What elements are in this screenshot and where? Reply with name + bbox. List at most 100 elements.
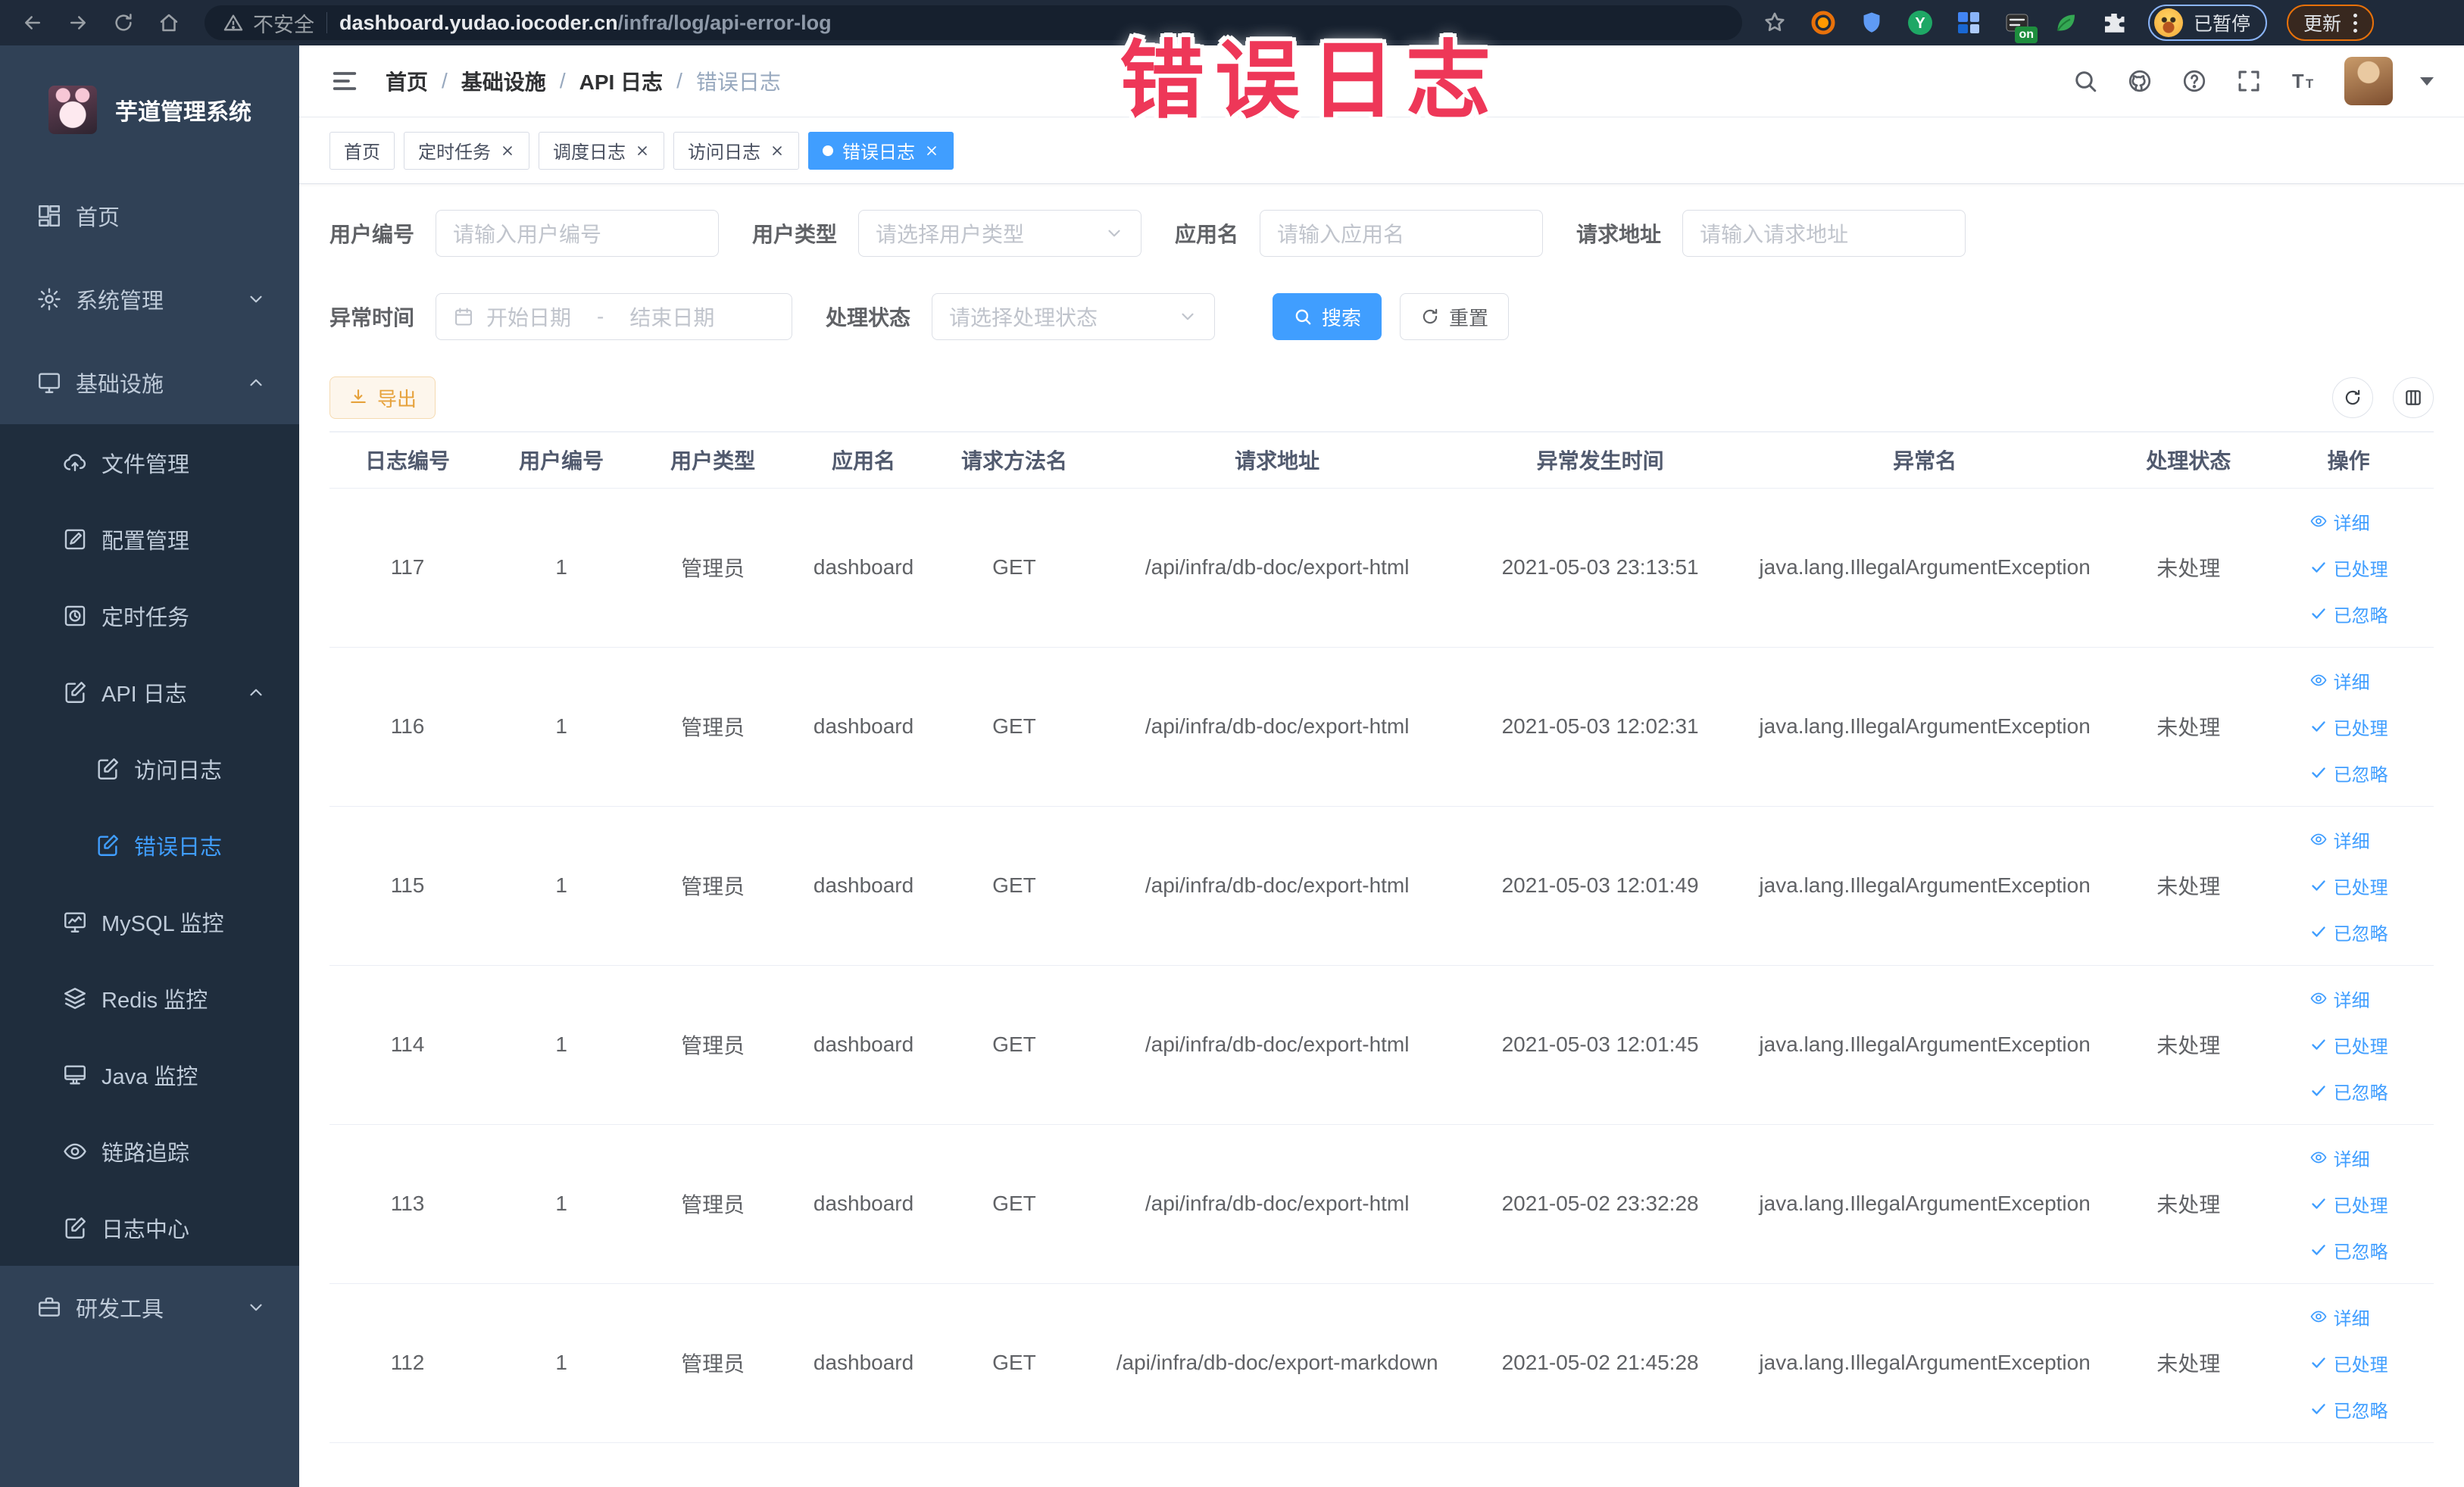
tab-0[interactable]: 首页: [329, 131, 395, 170]
extension-grid-icon[interactable]: [1954, 8, 1983, 37]
extension-shield-icon[interactable]: [1857, 8, 1886, 37]
close-icon[interactable]: [500, 143, 515, 158]
sidebar-item-tracing[interactable]: 链路追踪: [0, 1113, 299, 1189]
menu-dots-icon[interactable]: [2353, 13, 2358, 33]
action-status-link[interactable]: 已忽略: [2309, 601, 2388, 627]
update-label: 更新: [2303, 14, 2342, 35]
sidebar-item-label: Java 监控: [101, 1064, 198, 1089]
user-type-select[interactable]: 请选择用户类型: [858, 210, 1142, 257]
action-status-link[interactable]: 已忽略: [2309, 760, 2388, 786]
check-icon: [2309, 1241, 2328, 1259]
breadcrumb-separator: /: [442, 69, 448, 92]
calendar-icon: [453, 306, 474, 327]
reload-icon[interactable]: [106, 5, 141, 40]
back-icon[interactable]: [15, 5, 50, 40]
exception-time-range-input[interactable]: 开始日期 - 结束日期: [436, 293, 793, 340]
sidebar-item-infrastructure[interactable]: 基础设施: [0, 341, 299, 424]
action-label: 已处理: [2333, 1354, 2388, 1376]
sidebar-item-java-monitor[interactable]: Java 监控: [0, 1036, 299, 1113]
sidebar-item-mysql-monitor[interactable]: MySQL 监控: [0, 883, 299, 960]
cell-user_type: 管理员: [637, 647, 789, 807]
sidebar-item-config-management[interactable]: 配置管理: [0, 501, 299, 577]
active-dot-icon: [823, 145, 833, 156]
home-icon[interactable]: [151, 5, 186, 40]
breadcrumb-item[interactable]: 首页: [386, 66, 428, 96]
close-icon[interactable]: [770, 143, 785, 158]
action-status-link[interactable]: 已处理: [2309, 873, 2388, 899]
address-bar[interactable]: 不安全 dashboard.yudao.iocoder.cn/infra/log…: [205, 5, 1742, 40]
user-avatar[interactable]: [2344, 57, 2393, 105]
logo-image: [48, 86, 97, 134]
breadcrumb-item[interactable]: 基础设施: [461, 66, 546, 96]
dropdown-caret-icon[interactable]: [2420, 77, 2434, 86]
export-button[interactable]: 导出: [329, 376, 436, 419]
tab-4[interactable]: 错误日志: [808, 131, 954, 170]
search-icon[interactable]: [2072, 67, 2099, 95]
sidebar-item-system[interactable]: 系统管理: [0, 258, 299, 341]
action-status-link[interactable]: 已处理: [2309, 555, 2388, 581]
sidebar-item-label: 系统管理: [76, 289, 164, 314]
font-size-icon[interactable]: TT: [2290, 67, 2317, 95]
sidebar-item-api-log[interactable]: API 日志: [0, 654, 299, 730]
github-icon[interactable]: [2126, 67, 2153, 95]
forward-icon[interactable]: [61, 5, 95, 40]
cell-method: GET: [938, 488, 1090, 648]
profile-paused-button[interactable]: 已暂停: [2148, 5, 2268, 41]
bookmark-star-icon[interactable]: [1760, 8, 1789, 37]
sidebar-item-scheduled-jobs[interactable]: 定时任务: [0, 577, 299, 654]
sidebar-item-dev-tools[interactable]: 研发工具: [0, 1266, 299, 1349]
action-status-link[interactable]: 已处理: [2309, 1350, 2388, 1376]
request-url-input[interactable]: 请输入请求地址: [1682, 210, 1966, 257]
request-url-field: 请求地址 请输入请求地址: [1576, 210, 1966, 257]
update-button[interactable]: 更新: [2287, 5, 2375, 41]
action-detail-link[interactable]: 详细: [2309, 826, 2370, 853]
breadcrumb-item[interactable]: API 日志: [579, 66, 663, 96]
filter-row-1: 用户编号 请输入用户编号 用户类型 请选择用户类型 应用名 请输入应用名 请求地…: [329, 210, 2434, 257]
action-detail-link[interactable]: 详细: [2309, 1145, 2370, 1171]
extension-y-icon[interactable]: Y: [1906, 8, 1935, 37]
reset-button[interactable]: 重置: [1400, 293, 1510, 340]
action-detail-link[interactable]: 详细: [2309, 667, 2370, 694]
sidebar-item-file-management[interactable]: 文件管理: [0, 424, 299, 501]
action-status-link[interactable]: 已处理: [2309, 1032, 2388, 1058]
refresh-button[interactable]: [2332, 377, 2373, 418]
tab-1[interactable]: 定时任务: [404, 131, 529, 170]
fullscreen-icon[interactable]: [2235, 67, 2263, 95]
column-settings-button[interactable]: [2393, 377, 2434, 418]
cell-id: 116: [329, 647, 486, 807]
action-label: 已忽略: [2333, 1242, 2388, 1263]
sidebar-item-error-log[interactable]: 错误日志: [0, 807, 299, 883]
browser-toolbar: 不安全 dashboard.yudao.iocoder.cn/infra/log…: [0, 0, 2464, 45]
help-icon[interactable]: [2181, 67, 2208, 95]
action-status-link[interactable]: 已处理: [2309, 714, 2388, 740]
tab-2[interactable]: 调度日志: [539, 131, 664, 170]
tab-3[interactable]: 访问日志: [673, 131, 799, 170]
sidebar-toggle-icon[interactable]: [329, 66, 360, 96]
close-icon[interactable]: [635, 143, 650, 158]
extensions-puzzle-icon[interactable]: [2100, 8, 2128, 37]
action-status-link[interactable]: 已忽略: [2309, 1396, 2388, 1423]
search-button[interactable]: 搜索: [1273, 293, 1382, 340]
sidebar-item-log-center[interactable]: 日志中心: [0, 1189, 299, 1266]
action-detail-link[interactable]: 详细: [2309, 508, 2370, 535]
extension-ring-icon[interactable]: [1809, 8, 1838, 37]
process-status-select[interactable]: 请选择处理状态: [932, 293, 1216, 340]
tab-label: 访问日志: [688, 142, 760, 163]
extension-toggle-icon[interactable]: on: [2003, 8, 2038, 43]
close-icon[interactable]: [924, 143, 939, 158]
eye-icon: [62, 1139, 88, 1164]
extension-leaf-icon[interactable]: [2051, 8, 2080, 37]
action-status-link[interactable]: 已忽略: [2309, 1078, 2388, 1104]
action-label: 已处理: [2333, 718, 2388, 739]
sidebar-item-home[interactable]: 首页: [0, 174, 299, 258]
reset-button-label: 重置: [1449, 306, 1489, 330]
sidebar-item-redis-monitor[interactable]: Redis 监控: [0, 960, 299, 1036]
action-status-link[interactable]: 已处理: [2309, 1191, 2388, 1217]
sidebar-item-access-log[interactable]: 访问日志: [0, 730, 299, 807]
app-name-input[interactable]: 请输入应用名: [1260, 210, 1544, 257]
action-status-link[interactable]: 已忽略: [2309, 919, 2388, 945]
user-id-input[interactable]: 请输入用户编号: [436, 210, 720, 257]
action-status-link[interactable]: 已忽略: [2309, 1237, 2388, 1264]
action-detail-link[interactable]: 详细: [2309, 1304, 2370, 1330]
action-detail-link[interactable]: 详细: [2309, 986, 2370, 1012]
